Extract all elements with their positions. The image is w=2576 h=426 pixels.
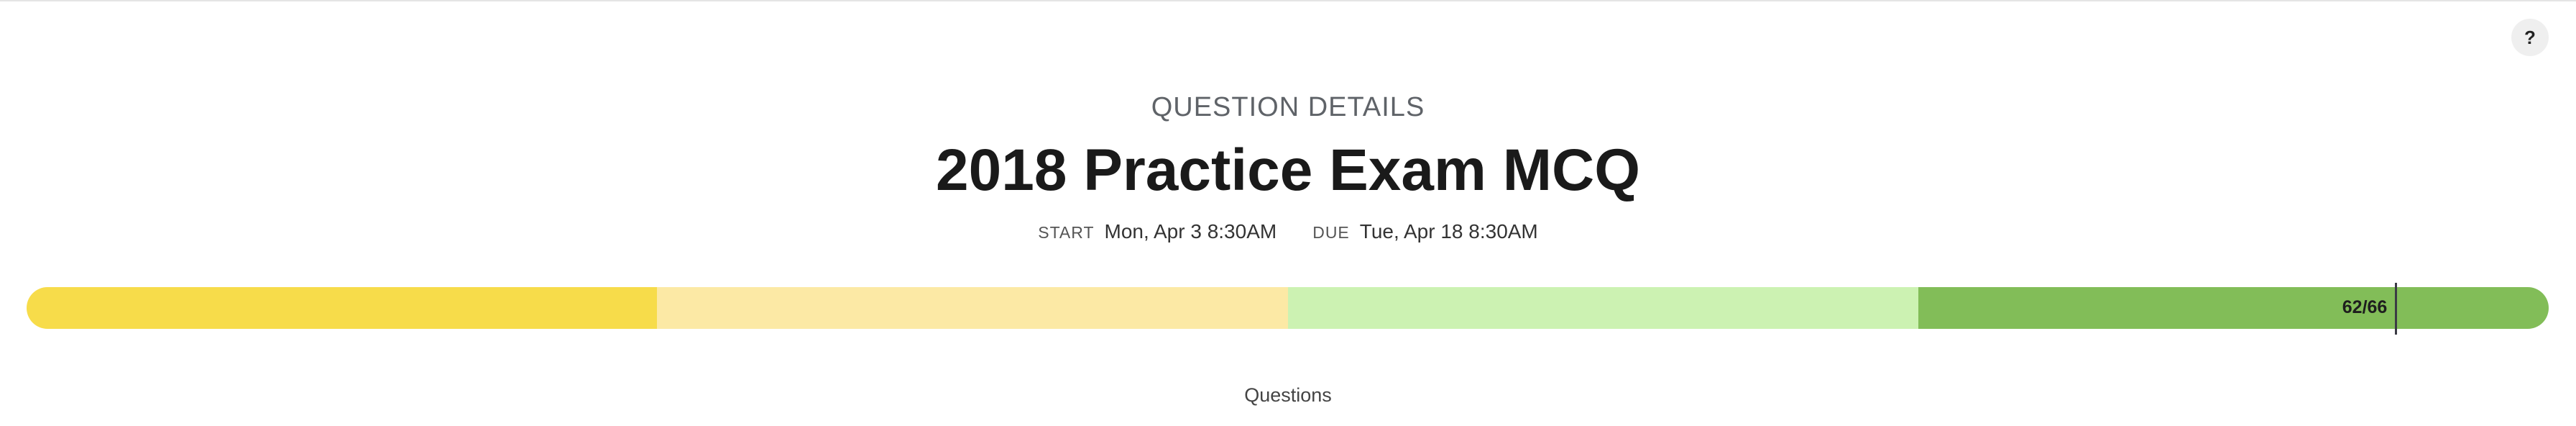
help-icon: ? bbox=[2524, 26, 2536, 48]
page-subtitle: QUESTION DETAILS bbox=[1151, 92, 1425, 122]
start-date: START Mon, Apr 3 8:30AM bbox=[1038, 220, 1276, 243]
due-date-key: DUE bbox=[1312, 223, 1350, 242]
progress-segment-1 bbox=[27, 287, 658, 329]
progress-marker bbox=[2395, 283, 2398, 335]
page-title: 2018 Practice Exam MCQ bbox=[936, 137, 1640, 203]
progress-segment-2 bbox=[657, 287, 1288, 329]
progress-segment-3 bbox=[1287, 287, 1918, 329]
questions-label: Questions bbox=[1244, 384, 1332, 406]
top-divider bbox=[0, 0, 2576, 1]
progress-count-label: 62/66 bbox=[2342, 297, 2388, 317]
start-date-key: START bbox=[1038, 223, 1095, 242]
question-progress-bar bbox=[27, 287, 2549, 329]
help-button[interactable]: ? bbox=[2511, 19, 2549, 56]
start-date-value: Mon, Apr 3 8:30AM bbox=[1104, 220, 1277, 243]
due-date: DUE Tue, Apr 18 8:30AM bbox=[1312, 220, 1538, 243]
assignment-dates: START Mon, Apr 3 8:30AM DUE Tue, Apr 18 … bbox=[0, 220, 2576, 243]
progress-segment-4 bbox=[1918, 287, 2549, 329]
due-date-value: Tue, Apr 18 8:30AM bbox=[1359, 220, 1538, 243]
